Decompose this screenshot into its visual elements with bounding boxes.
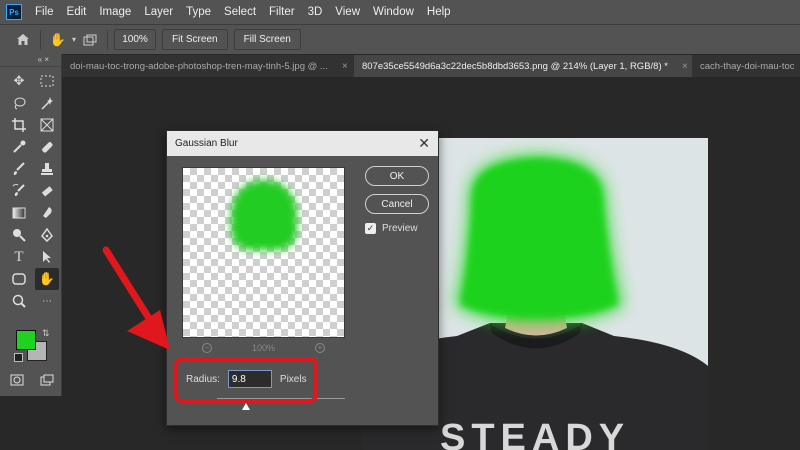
foreground-color-swatch[interactable] (16, 330, 36, 350)
red-arrow-annotation (102, 246, 170, 350)
